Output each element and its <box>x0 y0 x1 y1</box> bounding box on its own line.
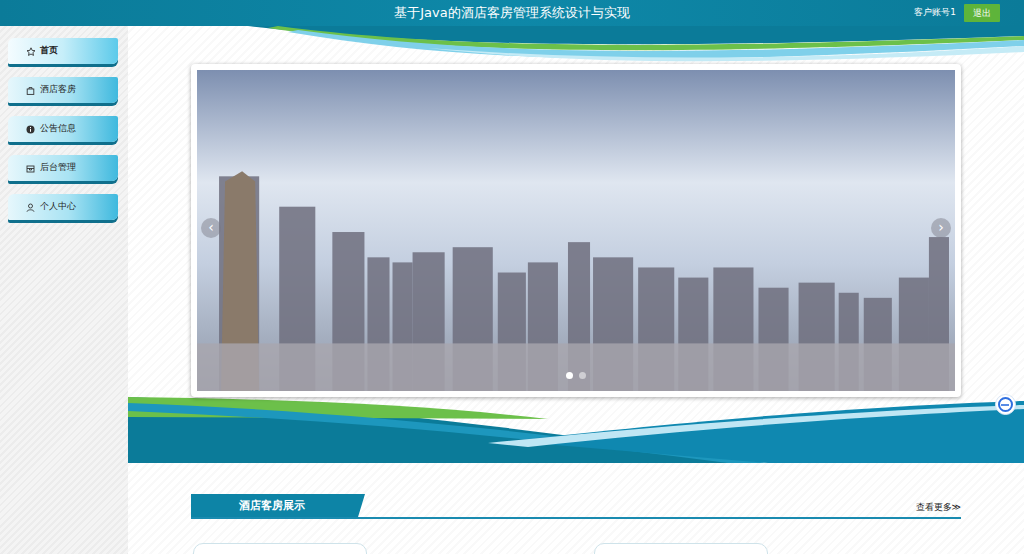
carousel-dot[interactable] <box>579 372 586 379</box>
sidebar-item[interactable]: 公告信息 <box>8 116 118 142</box>
star-icon <box>26 47 35 56</box>
section-header: 酒店客房展示 查看更多≫ <box>191 494 961 519</box>
account-name[interactable]: 客户账号1 <box>914 6 956 20</box>
user-area: 客户账号1 退出 <box>914 0 1024 26</box>
page-body: 首页酒店客房公告信息后台管理个人中心‹›酒店客房展示查看更多≫ <box>0 26 1024 554</box>
room-cards <box>191 519 961 554</box>
header-wave <box>128 26 1024 64</box>
sidebar-label: 后台管理 <box>40 161 76 175</box>
user-icon <box>26 203 35 212</box>
carousel-dots <box>197 372 955 379</box>
next-button[interactable]: › <box>931 218 951 238</box>
sidebar-item[interactable]: 首页 <box>8 38 118 64</box>
sidebar-label: 个人中心 <box>40 200 76 214</box>
sidebar-item[interactable]: 酒店客房 <box>8 77 118 103</box>
sidebar: 首页酒店客房公告信息后台管理个人中心 <box>0 26 128 554</box>
content-column: ‹› <box>191 64 961 397</box>
info-icon <box>26 125 35 134</box>
assistant-icon[interactable] <box>995 394 1016 415</box>
main-content: ‹›酒店客房展示查看更多≫ <box>128 26 1024 554</box>
prev-button[interactable]: ‹ <box>201 218 221 238</box>
sidebar-label: 公告信息 <box>40 122 76 136</box>
banner-image: ‹› <box>197 70 955 391</box>
city-photo <box>197 70 955 391</box>
banner-wave <box>128 397 1024 463</box>
section-title: 酒店客房展示 <box>191 494 365 517</box>
room-card[interactable] <box>594 543 768 554</box>
top-bar: 基于Java的酒店客房管理系统设计与实现 客户账号1 退出 <box>0 0 1024 26</box>
box-icon <box>26 164 35 173</box>
sidebar-item[interactable]: 后台管理 <box>8 155 118 181</box>
bag-icon <box>26 86 35 95</box>
app-title: 基于Java的酒店客房管理系统设计与实现 <box>394 0 629 26</box>
room-card[interactable] <box>193 543 367 554</box>
carousel-dot[interactable] <box>566 372 573 379</box>
sidebar-label: 首页 <box>40 44 58 58</box>
sidebar-label: 酒店客房 <box>40 83 76 97</box>
more-link[interactable]: 查看更多≫ <box>916 501 961 518</box>
sidebar-item[interactable]: 个人中心 <box>8 194 118 220</box>
logout-button[interactable]: 退出 <box>964 4 1000 22</box>
carousel: ‹› <box>191 64 961 397</box>
room-section: 酒店客房展示 查看更多≫ <box>191 494 961 554</box>
